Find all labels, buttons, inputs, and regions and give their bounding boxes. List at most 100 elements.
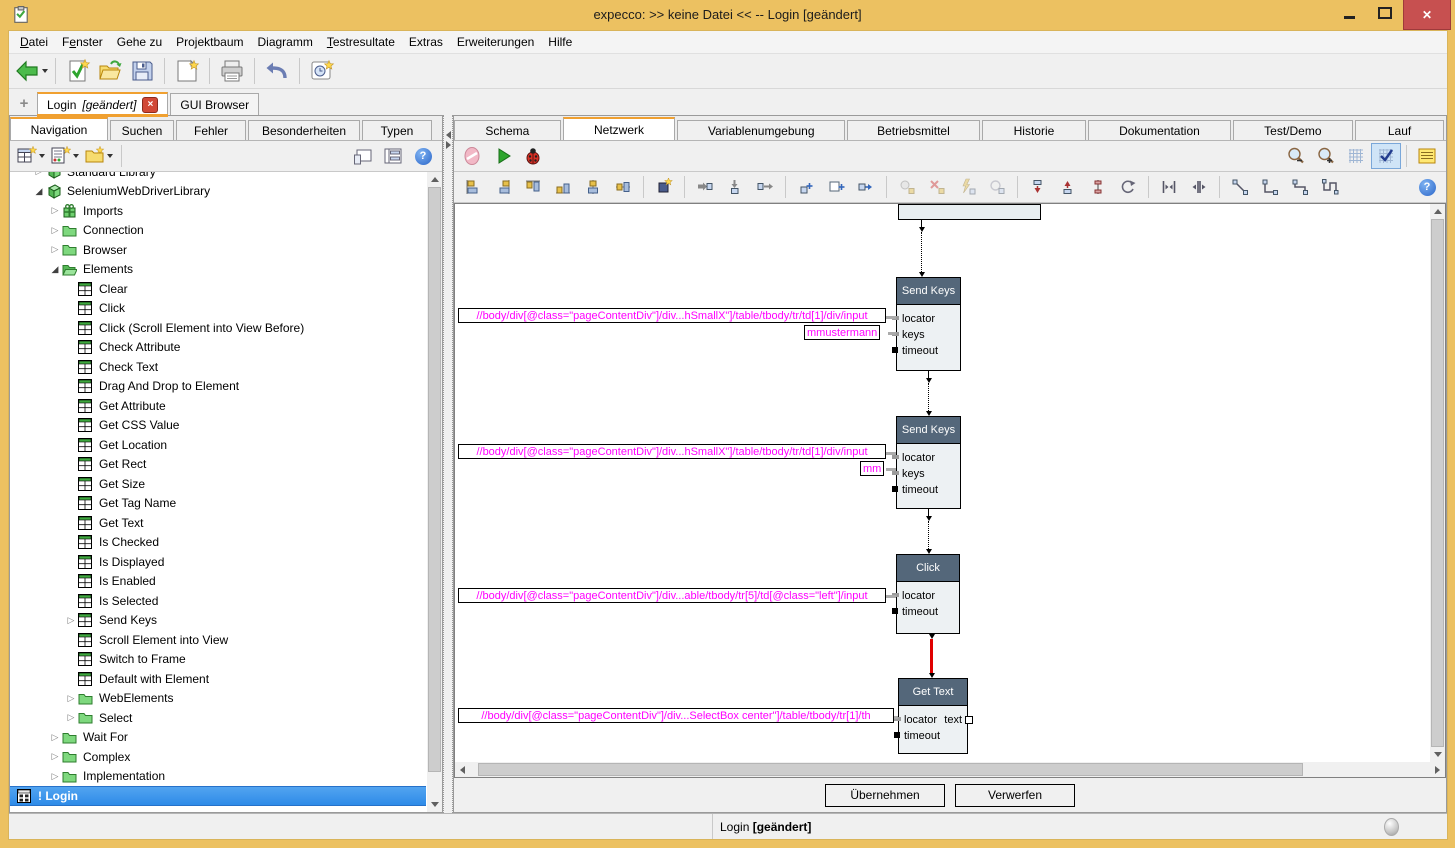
abort-button[interactable] — [458, 143, 488, 169]
tab-navigation[interactable]: Navigation — [10, 117, 108, 140]
tree-item-scroll-element-into-view[interactable]: Scroll Element into View — [10, 630, 426, 650]
tree-item-get-tag-name[interactable]: Get Tag Name — [10, 494, 426, 514]
expand-icon[interactable]: ▷ — [48, 771, 62, 782]
help-button[interactable]: ? — [408, 143, 438, 169]
line-style-step-button[interactable] — [1255, 174, 1285, 200]
step-send-keys-2[interactable]: Send Keyslocatorkeystimeout — [896, 416, 961, 509]
grid-button[interactable] — [1341, 143, 1371, 169]
tab-besonderheiten[interactable]: Besonderheiten — [248, 120, 360, 140]
tree-item-is-checked[interactable]: Is Checked — [10, 533, 426, 553]
add-top-pin-button[interactable] — [720, 174, 750, 200]
run-button[interactable] — [488, 143, 518, 169]
partial-node[interactable] — [898, 204, 1041, 220]
tree-item-imports[interactable]: ▷Imports — [10, 201, 426, 221]
minimize-button[interactable] — [1331, 0, 1367, 26]
canvas-hscrollbar[interactable] — [455, 762, 1445, 777]
step-get-text[interactable]: Get Textlocatortexttimeout — [898, 678, 968, 754]
collapse-icon[interactable]: ◢ — [48, 264, 62, 275]
freeze-pin-button[interactable] — [892, 174, 922, 200]
tree-item-implementation[interactable]: ▷Implementation — [10, 767, 426, 787]
step-click[interactable]: Clicklocatortimeout — [896, 554, 960, 634]
tab-historie[interactable]: Historie — [982, 120, 1087, 140]
output-pin-label[interactable]: text — [944, 714, 962, 726]
debug-bug-button[interactable] — [518, 143, 548, 169]
tree-item-complex[interactable]: ▷Complex — [10, 747, 426, 767]
scroll-down-icon[interactable] — [427, 797, 442, 812]
input-pin-label[interactable]: timeout — [902, 606, 938, 618]
step-send-keys-1[interactable]: Send Keyslocatorkeystimeout — [896, 277, 961, 371]
back-history-button[interactable] — [13, 56, 49, 87]
scroll-down-icon[interactable] — [1430, 747, 1445, 762]
line-style-direct-button[interactable] — [1225, 174, 1255, 200]
default-pin[interactable] — [894, 732, 900, 738]
menu-hilfe[interactable]: Hilfe — [541, 32, 579, 52]
value-label[interactable]: //body/div[@class="pageContentDiv"]/div.… — [458, 588, 886, 603]
undo-button[interactable] — [261, 56, 293, 87]
expand-icon[interactable]: ▷ — [32, 172, 46, 177]
value-label[interactable]: //body/div[@class="pageContentDiv"]/div.… — [458, 444, 886, 459]
tree-item-login[interactable]: ! Login — [10, 786, 426, 806]
tab-fehler[interactable]: Fehler — [176, 120, 246, 140]
align-right-edges-button[interactable] — [488, 174, 518, 200]
apply-button[interactable]: Übernehmen — [825, 784, 945, 807]
insert-step-button[interactable] — [649, 174, 679, 200]
input-pin[interactable] — [892, 471, 899, 475]
input-pin-label[interactable]: timeout — [902, 345, 938, 357]
delete-pin-button[interactable] — [922, 174, 952, 200]
expand-icon[interactable]: ▷ — [48, 244, 62, 255]
close-tab-icon[interactable]: × — [142, 97, 158, 113]
float-window-button[interactable] — [348, 143, 378, 169]
tree-item-clear[interactable]: Clear — [10, 279, 426, 299]
input-pin-label[interactable]: timeout — [904, 730, 940, 742]
print-button[interactable] — [216, 56, 248, 87]
expand-icon[interactable]: ▷ — [48, 225, 62, 236]
tree-item-is-displayed[interactable]: Is Displayed — [10, 552, 426, 572]
value-label[interactable]: //body/div[@class="pageContentDiv"]/div.… — [458, 308, 886, 323]
scroll-up-icon[interactable] — [427, 172, 442, 187]
tree-item-get-size[interactable]: Get Size — [10, 474, 426, 494]
tree-scrollbar[interactable] — [427, 172, 442, 812]
menu-extras[interactable]: Extras — [402, 32, 450, 52]
input-pin-label[interactable]: timeout — [902, 484, 938, 496]
menu-diagramm[interactable]: Diagramm — [251, 32, 320, 52]
tab-gui-browser[interactable]: GUI Browser — [170, 93, 259, 115]
maximize-button[interactable] — [1367, 0, 1403, 26]
tree-item-seleniumwebdriverlibrary[interactable]: ◢SeleniumWebDriverLibrary — [10, 182, 426, 202]
browse-changes-button[interactable] — [306, 56, 338, 87]
default-pin[interactable] — [892, 486, 898, 492]
line-style-tree-button[interactable] — [1285, 174, 1315, 200]
expand-icon[interactable]: ▷ — [64, 615, 78, 626]
tree-item-webelements[interactable]: ▷WebElements — [10, 689, 426, 709]
line-style-bus-button[interactable] — [1315, 174, 1345, 200]
value-label[interactable]: mm — [860, 461, 884, 476]
tab-dokumentation[interactable]: Dokumentation — [1088, 120, 1230, 140]
expand-icon[interactable]: ▷ — [48, 732, 62, 743]
tree-item-get-text[interactable]: Get Text — [10, 513, 426, 533]
tree-item-get-location[interactable]: Get Location — [10, 435, 426, 455]
add-input-pin-button[interactable] — [690, 174, 720, 200]
default-pin[interactable] — [892, 347, 898, 353]
expand-icon[interactable]: ▷ — [64, 712, 78, 723]
tree-item-get-rect[interactable]: Get Rect — [10, 455, 426, 475]
menu-testresultate[interactable]: Testresultate — [320, 32, 402, 52]
tree-item-click-scroll-element-into-view-before[interactable]: Click (Scroll Element into View Before) — [10, 318, 426, 338]
menu-erweiterungen[interactable]: Erweiterungen — [450, 32, 541, 52]
pin-move-up-button[interactable] — [1023, 174, 1053, 200]
tree-item-get-attribute[interactable]: Get Attribute — [10, 396, 426, 416]
collapse-horizontal-button[interactable] — [1154, 174, 1184, 200]
reset-pin-button[interactable] — [982, 174, 1012, 200]
menu-datei[interactable]: Datei — [13, 32, 55, 52]
output-pin[interactable] — [965, 716, 973, 724]
expand-horizontal-button[interactable] — [1184, 174, 1214, 200]
tree-item-check-attribute[interactable]: Check Attribute — [10, 338, 426, 358]
tree-item-standard-library[interactable]: ▷Standard Library — [10, 172, 426, 182]
open-file-button[interactable] — [94, 56, 126, 87]
tab-typen[interactable]: Typen — [362, 120, 432, 140]
new-tree-view-button[interactable] — [14, 143, 48, 169]
add-tab-button[interactable]: + — [15, 94, 33, 112]
tree-item-click[interactable]: Click — [10, 299, 426, 319]
new-file-button[interactable] — [171, 56, 203, 87]
save-file-button[interactable] — [126, 56, 158, 87]
canvas-vscrollbar-thumb[interactable] — [1431, 219, 1444, 747]
assign-pin-button[interactable] — [851, 174, 881, 200]
